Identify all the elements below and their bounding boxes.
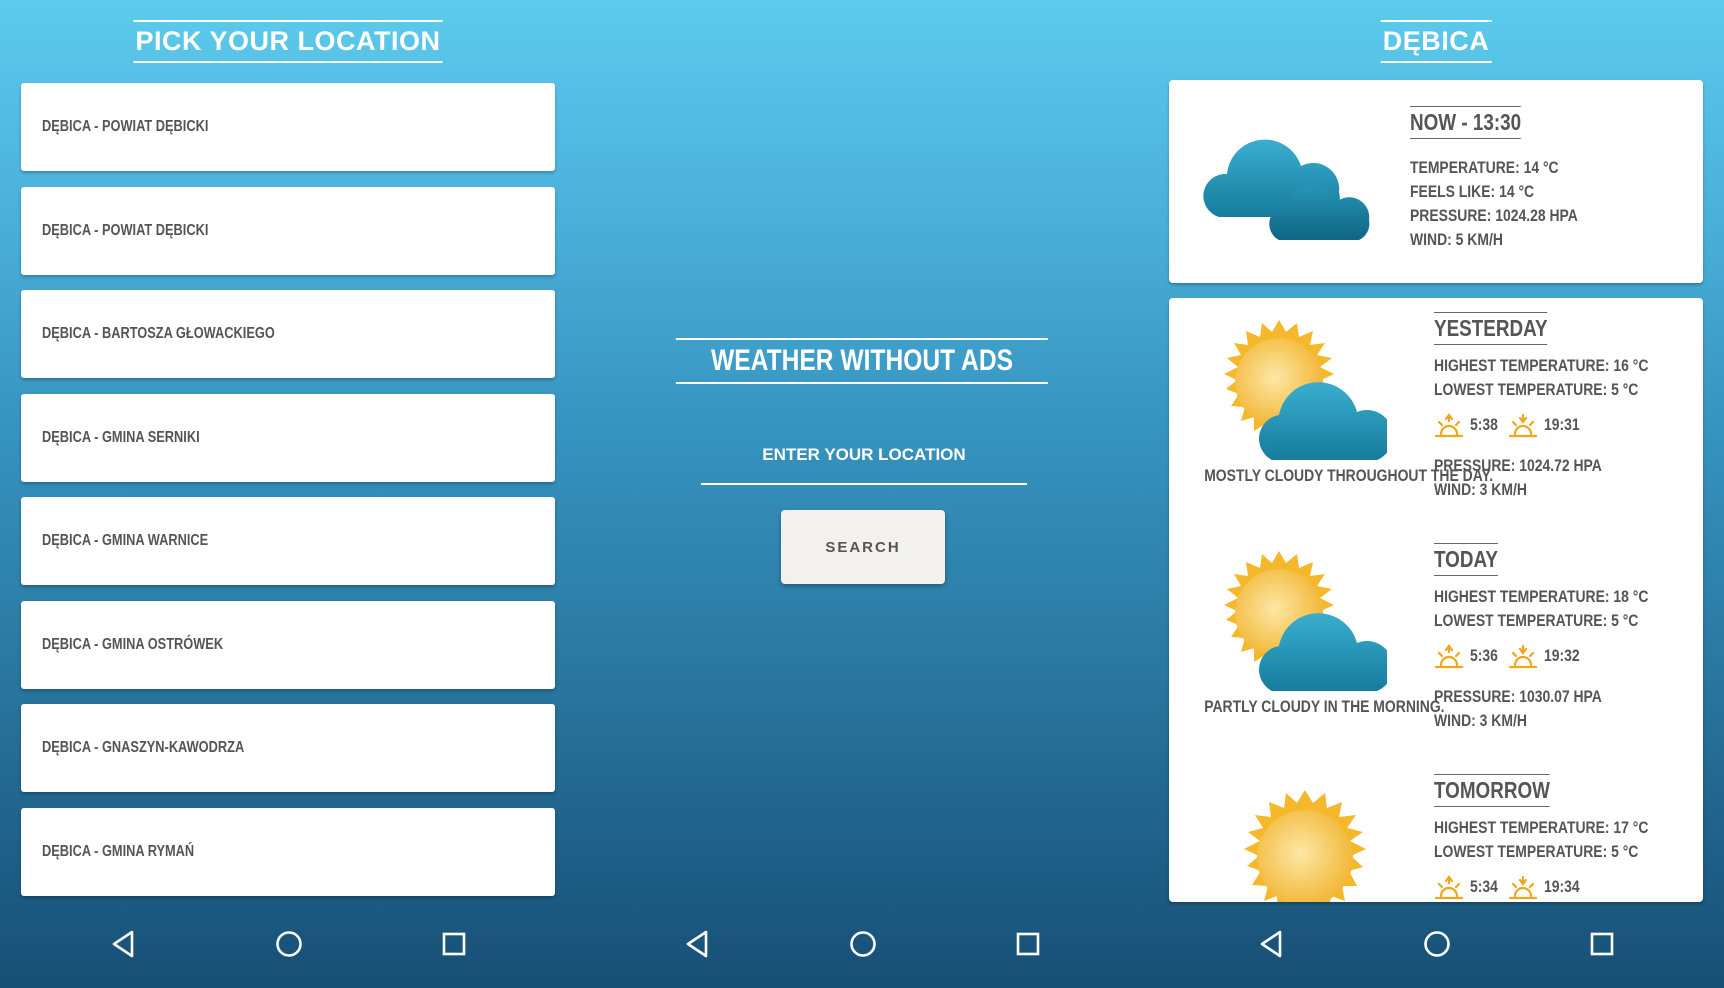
yesterday-sun-times: 5:38 19:31: [1434, 412, 1588, 438]
weather-screen: DĘBICA NOW - 13:30 TEMPERATURE: 14 °C FE…: [1148, 0, 1724, 988]
tomorrow-heading: TOMORROW: [1434, 774, 1550, 807]
forecast-card: MOSTLY CLOUDY THROUGHOUT THE DAY. YESTER…: [1169, 298, 1703, 902]
location-item[interactable]: DĘBICA - GMINA WARNICE: [21, 497, 555, 585]
today-pressure: PRESSURE: 1030.07 HPA: [1434, 687, 1602, 706]
location-item[interactable]: DĘBICA - POWIAT DĘBICKI: [21, 83, 555, 171]
today-description: PARTLY CLOUDY IN THE MORNING.: [1204, 697, 1445, 716]
yesterday-high: HIGHEST TEMPERATURE: 16 °C: [1434, 356, 1649, 375]
sunrise-time: 5:34: [1470, 877, 1498, 896]
location-label: DĘBICA - GMINA OSTRÓWEK: [42, 636, 224, 653]
location-item[interactable]: DĘBICA - GMINA SERNIKI: [21, 394, 555, 482]
back-icon[interactable]: [110, 929, 136, 959]
location-item[interactable]: DĘBICA - GMINA RYMAŃ: [21, 808, 555, 896]
today-heading: TODAY: [1434, 543, 1498, 576]
location-label: DĘBICA - GMINA RYMAŃ: [42, 843, 195, 860]
yesterday-heading: YESTERDAY: [1434, 312, 1548, 345]
location-item[interactable]: DĘBICA - BARTOSZA GŁOWACKIEGO: [21, 290, 555, 378]
current-weather-card: NOW - 13:30 TEMPERATURE: 14 °C FEELS LIK…: [1169, 80, 1703, 283]
sunrise-icon: [1434, 644, 1464, 669]
city-title: DĘBICA: [1380, 20, 1492, 63]
recents-icon[interactable]: [1015, 929, 1041, 959]
yesterday-description: MOSTLY CLOUDY THROUGHOUT THE DAY.: [1204, 466, 1494, 485]
navigation-bar: [0, 925, 576, 985]
sunrise-icon: [1434, 875, 1464, 900]
today-sun-times: 5:36 19:32: [1434, 643, 1588, 669]
app-title: WEATHER WITHOUT ADS: [675, 338, 1049, 384]
sunset-icon: [1508, 644, 1538, 669]
search-screen: WEATHER WITHOUT ADS SEARCH: [574, 0, 1150, 988]
tomorrow-sun-times: 5:34 19:34: [1434, 874, 1588, 900]
sunset-icon: [1508, 413, 1538, 438]
location-label: DĘBICA - GMINA WARNICE: [42, 532, 209, 549]
sunset-time: 19:32: [1544, 646, 1580, 665]
cloudy-icon: [1203, 139, 1370, 240]
sunset-time: 19:31: [1544, 415, 1580, 434]
today-low: LOWEST TEMPERATURE: 5 °C: [1434, 611, 1639, 630]
back-icon[interactable]: [684, 929, 710, 959]
tomorrow-high: HIGHEST TEMPERATURE: 17 °C: [1434, 818, 1649, 837]
recents-icon[interactable]: [441, 929, 467, 959]
navigation-bar: [1148, 925, 1724, 985]
yesterday-pressure: PRESSURE: 1024.72 HPA: [1434, 456, 1602, 475]
recents-icon[interactable]: [1589, 929, 1615, 959]
home-icon[interactable]: [848, 929, 878, 959]
location-item[interactable]: DĘBICA - GNASZYN-KAWODRZA: [21, 704, 555, 792]
sun-icon: [1244, 790, 1366, 902]
now-wind: WIND: 5 KM/H: [1410, 230, 1503, 249]
now-feels-like: FEELS LIKE: 14 °C: [1410, 182, 1535, 201]
location-label: DĘBICA - GMINA SERNIKI: [42, 429, 200, 446]
sunset-time: 19:34: [1544, 877, 1580, 896]
home-icon[interactable]: [1422, 929, 1452, 959]
sunset-icon: [1508, 875, 1538, 900]
location-label: DĘBICA - POWIAT DĘBICKI: [42, 118, 209, 135]
location-label: DĘBICA - POWIAT DĘBICKI: [42, 222, 209, 239]
location-picker-screen: PICK YOUR LOCATION DĘBICA - POWIAT DĘBIC…: [0, 0, 576, 988]
location-item[interactable]: DĘBICA - POWIAT DĘBICKI: [21, 187, 555, 275]
today-high: HIGHEST TEMPERATURE: 18 °C: [1434, 587, 1649, 606]
location-search-input[interactable]: [701, 427, 1027, 485]
navigation-bar: [574, 925, 1150, 985]
tomorrow-low: LOWEST TEMPERATURE: 5 °C: [1434, 842, 1639, 861]
location-item[interactable]: DĘBICA - GMINA OSTRÓWEK: [21, 601, 555, 689]
partly-cloudy-icon: [1224, 551, 1387, 691]
back-icon[interactable]: [1258, 929, 1284, 959]
sunrise-time: 5:38: [1470, 415, 1498, 434]
sunrise-time: 5:36: [1470, 646, 1498, 665]
sunrise-icon: [1434, 413, 1464, 438]
now-temperature: TEMPERATURE: 14 °C: [1410, 158, 1559, 177]
today-wind: WIND: 3 KM/H: [1434, 711, 1527, 730]
yesterday-wind: WIND: 3 KM/H: [1434, 480, 1527, 499]
partly-cloudy-icon: [1224, 320, 1387, 460]
location-label: DĘBICA - GNASZYN-KAWODRZA: [42, 739, 245, 756]
yesterday-low: LOWEST TEMPERATURE: 5 °C: [1434, 380, 1639, 399]
location-label: DĘBICA - BARTOSZA GŁOWACKIEGO: [42, 325, 275, 342]
page-title: PICK YOUR LOCATION: [133, 20, 443, 63]
now-pressure: PRESSURE: 1024.28 HPA: [1410, 206, 1578, 225]
now-heading: NOW - 13:30: [1410, 106, 1522, 139]
home-icon[interactable]: [274, 929, 304, 959]
search-button[interactable]: SEARCH: [781, 510, 945, 584]
